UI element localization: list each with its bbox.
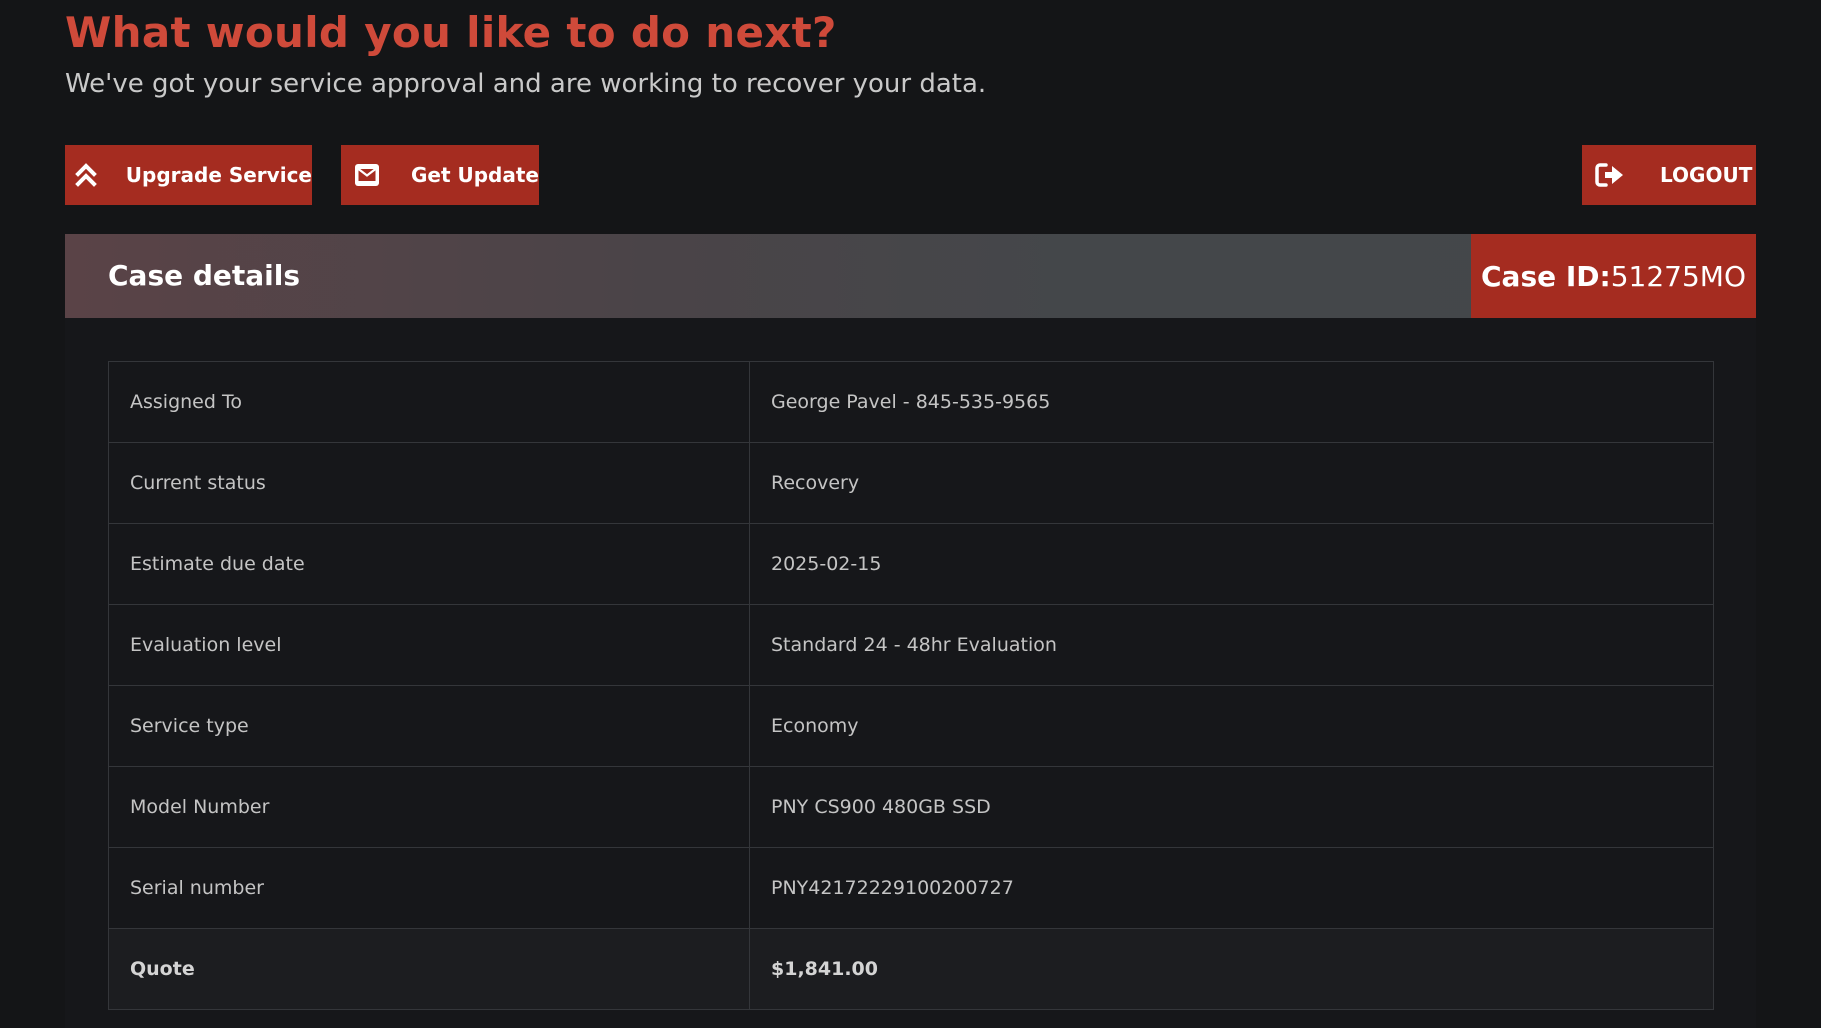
table-row: Estimate due date 2025-02-15 [108, 523, 1714, 605]
quote-value: $1,841.00 [749, 928, 1714, 1010]
row-value: Standard 24 - 48hr Evaluation [749, 604, 1714, 686]
envelope-icon [341, 145, 393, 205]
table-row: Current status Recovery [108, 442, 1714, 524]
upgrade-service-label: Upgrade Service [125, 163, 312, 187]
page-subtitle: We've got your service approval and are … [65, 69, 987, 99]
row-label: Service type [108, 685, 750, 767]
row-label: Model Number [108, 766, 750, 848]
row-value: PNY42172229100200727 [749, 847, 1714, 929]
case-id-label: Case ID: [1481, 259, 1611, 293]
page-title: What would you like to do next? [65, 8, 837, 57]
row-value: George Pavel - 845-535-9565 [749, 361, 1714, 443]
row-value: PNY CS900 480GB SSD [749, 766, 1714, 848]
case-id-badge: Case ID: 51275MO [1471, 234, 1756, 318]
double-chevron-up-icon [65, 145, 108, 205]
quote-row: Quote $1,841.00 [108, 928, 1714, 1010]
row-label: Serial number [108, 847, 750, 929]
row-value: 2025-02-15 [749, 523, 1714, 605]
get-update-button[interactable]: Get Update [341, 145, 539, 205]
table-row: Model Number PNY CS900 480GB SSD [108, 766, 1714, 848]
table-row: Evaluation level Standard 24 - 48hr Eval… [108, 604, 1714, 686]
case-id-value: 51275MO [1610, 259, 1746, 293]
case-details-header: Case details Case ID: 51275MO [65, 234, 1756, 318]
logout-button[interactable]: LOGOUT [1582, 145, 1756, 205]
sign-out-icon [1582, 145, 1638, 205]
logout-label: LOGOUT [1660, 163, 1753, 187]
upgrade-service-button[interactable]: Upgrade Service [65, 145, 312, 205]
row-value: Economy [749, 685, 1714, 767]
row-label: Current status [108, 442, 750, 524]
page: What would you like to do next? We've go… [0, 0, 1821, 1028]
table-row: Assigned To George Pavel - 845-535-9565 [108, 361, 1714, 443]
row-label: Estimate due date [108, 523, 750, 605]
row-value: Recovery [749, 442, 1714, 524]
case-details-panel: Assigned To George Pavel - 845-535-9565 … [65, 318, 1756, 1028]
case-details-table: Assigned To George Pavel - 845-535-9565 … [108, 361, 1714, 1010]
row-label: Evaluation level [108, 604, 750, 686]
row-label: Assigned To [108, 361, 750, 443]
case-details-title: Case details [108, 259, 301, 292]
quote-label: Quote [108, 928, 750, 1010]
table-row: Service type Economy [108, 685, 1714, 767]
table-row: Serial number PNY42172229100200727 [108, 847, 1714, 929]
get-update-label: Get Update [411, 163, 539, 187]
